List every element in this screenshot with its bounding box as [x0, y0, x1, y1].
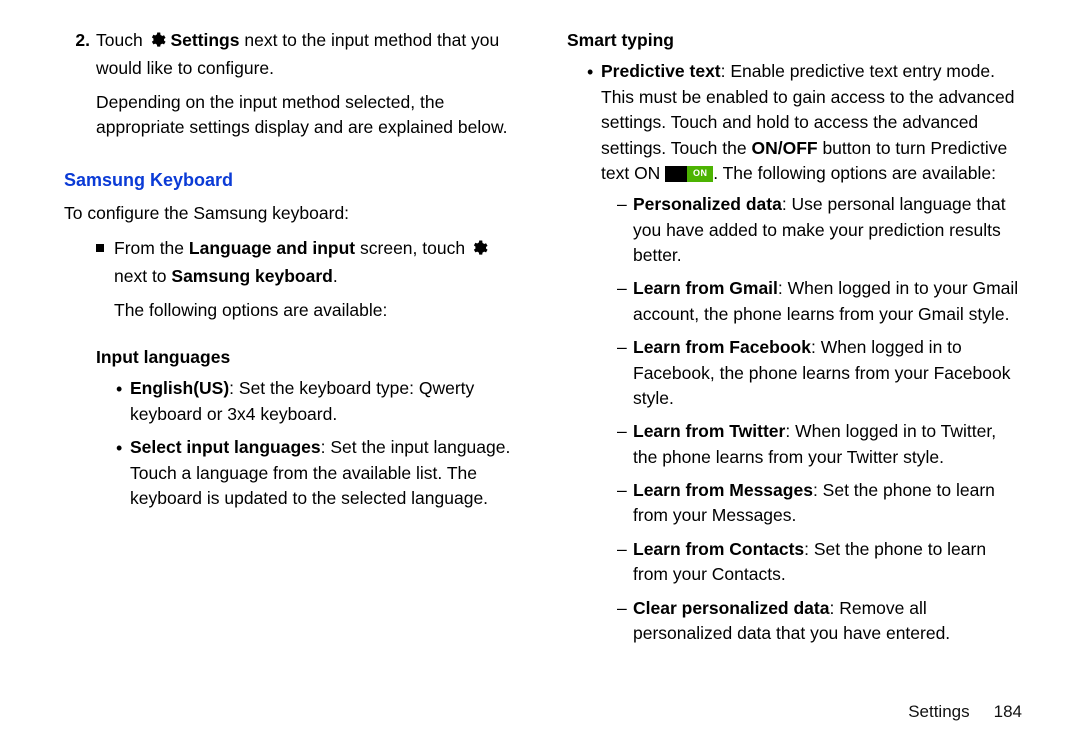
square-bullet-line-2: The following options are available:: [114, 298, 519, 323]
subhead-smart-typing: Smart typing: [567, 28, 1022, 53]
list-item-predictive-text: Predictive text: Enable predictive text …: [587, 59, 1022, 646]
text: screen, touch: [360, 238, 470, 258]
input-languages-list: English(US): Set the keyboard type: Qwer…: [96, 376, 519, 511]
list-item: Select input languages: Set the input la…: [116, 435, 519, 511]
square-bullet-line-1: From the Language and input screen, touc…: [114, 236, 519, 290]
list-item: Clear personalized data: Remove all pers…: [617, 596, 1022, 647]
page-footer: Settings 184: [0, 700, 1080, 737]
bold: Learn from Gmail: [633, 278, 778, 298]
bold: Samsung keyboard: [171, 266, 332, 286]
list-item: Learn from Facebook: When logged in to F…: [617, 335, 1022, 411]
list-item: English(US): Set the keyboard type: Qwer…: [116, 376, 519, 427]
left-column: 2. Touch Settings next to the input meth…: [64, 28, 519, 678]
step-line-1: Touch Settings next to the input method …: [96, 28, 519, 82]
text: Touch: [96, 30, 148, 50]
step-body: Touch Settings next to the input method …: [96, 28, 519, 149]
gear-icon: [148, 31, 166, 56]
bold: Clear personalized data: [633, 598, 829, 618]
text: next to: [114, 266, 171, 286]
footer-section: Settings: [908, 702, 969, 721]
bold: Personalized data: [633, 194, 782, 214]
right-column: Smart typing Predictive text: Enable pre…: [567, 28, 1022, 678]
bold: Learn from Facebook: [633, 337, 811, 357]
list-item: Learn from Twitter: When logged in to Tw…: [617, 419, 1022, 470]
bold: Learn from Messages: [633, 480, 813, 500]
section-title-samsung-keyboard: Samsung Keyboard: [64, 167, 519, 193]
bold: Select input languages: [130, 437, 321, 457]
step-2: 2. Touch Settings next to the input meth…: [64, 28, 519, 149]
bold: Predictive text: [601, 61, 721, 81]
predictive-sublist: Personalized data: Use personal language…: [601, 192, 1022, 646]
text: . The following options are available:: [713, 163, 996, 183]
bold: Language and input: [189, 238, 355, 258]
gear-icon: [470, 239, 488, 264]
settings-bold: Settings: [170, 30, 239, 50]
bold: Learn from Twitter: [633, 421, 785, 441]
smart-typing-list: Predictive text: Enable predictive text …: [567, 59, 1022, 646]
on-label: ON: [687, 166, 713, 182]
list-item: Personalized data: Use personal language…: [617, 192, 1022, 268]
list-item: Learn from Contacts: Set the phone to le…: [617, 537, 1022, 588]
step-line-2: Depending on the input method selected, …: [96, 90, 519, 141]
bold: ON/OFF: [751, 138, 817, 158]
on-toggle-icon: ON: [665, 166, 713, 182]
intro-text: To configure the Samsung keyboard:: [64, 201, 519, 226]
square-bullet: From the Language and input screen, touc…: [64, 236, 519, 331]
bold: English(US): [130, 378, 229, 398]
bold: Learn from Contacts: [633, 539, 804, 559]
square-bullet-body: From the Language and input screen, touc…: [114, 236, 519, 331]
text: .: [333, 266, 338, 286]
list-item: Learn from Gmail: When logged in to your…: [617, 276, 1022, 327]
subhead-input-languages: Input languages: [96, 345, 519, 370]
step-number: 2.: [64, 28, 90, 149]
text: From the: [114, 238, 189, 258]
page: 2. Touch Settings next to the input meth…: [0, 0, 1080, 700]
footer-page-number: 184: [994, 702, 1022, 721]
list-item: Learn from Messages: Set the phone to le…: [617, 478, 1022, 529]
